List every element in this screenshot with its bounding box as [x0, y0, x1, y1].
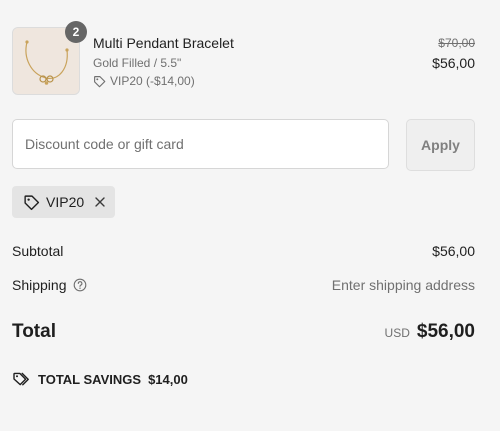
tag-icon: [24, 194, 40, 210]
product-discount-label: VIP20 (-$14,00): [110, 74, 195, 88]
original-price: $70,00: [438, 36, 475, 50]
total-label: Total: [12, 321, 56, 342]
currency-code: USD: [384, 326, 410, 340]
total-row: Total USD $56,00: [12, 321, 475, 347]
product-name: Multi Pendant Bracelet: [93, 35, 234, 51]
shipping-label: Shipping: [12, 277, 67, 293]
product-discount: VIP20 (-$14,00): [93, 74, 195, 88]
shipping-row: Shipping Enter shipping address: [12, 277, 475, 297]
quantity-badge: 2: [65, 21, 87, 43]
subtotal-row: Subtotal $56,00: [12, 243, 475, 263]
product-thumbnail: 2: [12, 21, 87, 95]
tag-icon: [94, 75, 106, 87]
subtotal-value: $56,00: [432, 243, 475, 259]
discount-code-input[interactable]: [12, 119, 389, 169]
savings-label: TOTAL SAVINGS: [38, 371, 142, 387]
applied-discount-chip: VIP20: [12, 186, 115, 218]
total-value: $56,00: [416, 321, 475, 342]
shipping-label-group: Shipping: [12, 277, 87, 293]
line-item: 2 Multi Pendant Bracelet Gold Filled / 5…: [12, 21, 475, 95]
double-tag-icon: [13, 372, 29, 386]
total-amount-group: USD $56,00: [385, 321, 475, 343]
total-savings: TOTAL SAVINGS $14,00: [12, 371, 188, 387]
line-price: $56,00: [432, 55, 475, 71]
subtotal-label: Subtotal: [12, 243, 64, 259]
savings-value: $14,00: [148, 371, 188, 387]
applied-code-label: VIP20: [46, 194, 85, 210]
product-variant: Gold Filled / 5.5": [93, 56, 182, 70]
question-circle-icon[interactable]: [73, 278, 87, 292]
shipping-value: Enter shipping address: [331, 277, 475, 293]
apply-button[interactable]: Apply: [406, 119, 475, 171]
close-icon[interactable]: [94, 196, 106, 208]
